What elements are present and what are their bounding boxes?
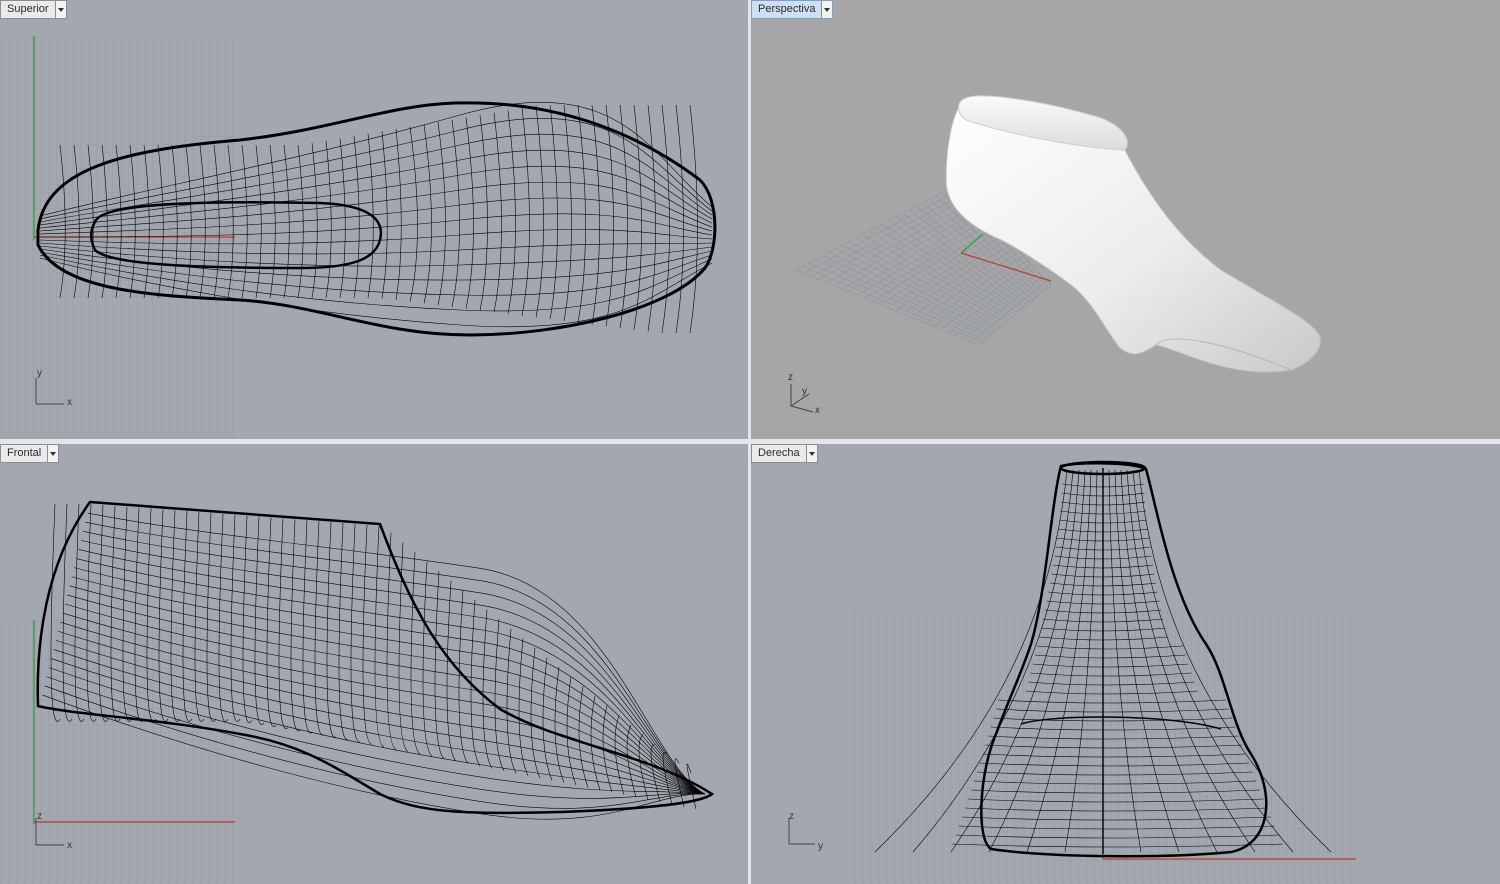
viewport-title-derecha[interactable]: Derecha [751,444,818,463]
shaded-shoe-last [945,95,1321,373]
viewport-name: Frontal [7,447,42,459]
viewport-perspectiva[interactable]: Perspectiva z y x [751,0,1500,439]
axis-label-x: x [815,405,820,416]
viewport-divider-vertical[interactable] [748,0,751,884]
axis-label-z: z [788,372,793,383]
viewport-name: Derecha [758,447,800,459]
axis-label-x: x [67,840,72,851]
frontal-canvas: z x [0,500,715,884]
derecha-canvas: z y [788,460,1356,884]
axis-label-z: z [37,811,42,822]
viewport-title-frontal[interactable]: Frontal [0,444,60,463]
axis-indicator: z y x [788,372,820,416]
chevron-down-icon[interactable] [805,445,817,462]
axis-indicator: z y [788,811,823,852]
axis-label-y: y [818,841,823,852]
viewport-superior[interactable]: Superior y x [0,0,748,439]
viewport-name: Perspectiva [758,3,816,15]
axis-label-y: y [37,368,42,379]
chevron-down-icon[interactable] [54,1,66,18]
axis-label-z: z [789,811,794,822]
perspectiva-canvas: z y x [788,95,1321,416]
chevron-down-icon[interactable] [47,445,59,462]
viewport-name: Superior [7,3,49,15]
axis-label-x: x [67,397,72,408]
viewport-derecha[interactable]: Derecha z y [751,444,1500,884]
viewport-title-perspectiva[interactable]: Perspectiva [751,0,834,19]
viewport-frontal[interactable]: Frontal z x [0,444,748,884]
viewport-title-superior[interactable]: Superior [0,0,67,19]
chevron-down-icon[interactable] [821,1,833,18]
superior-canvas: y x [0,36,717,438]
axis-label-y: y [802,386,807,397]
